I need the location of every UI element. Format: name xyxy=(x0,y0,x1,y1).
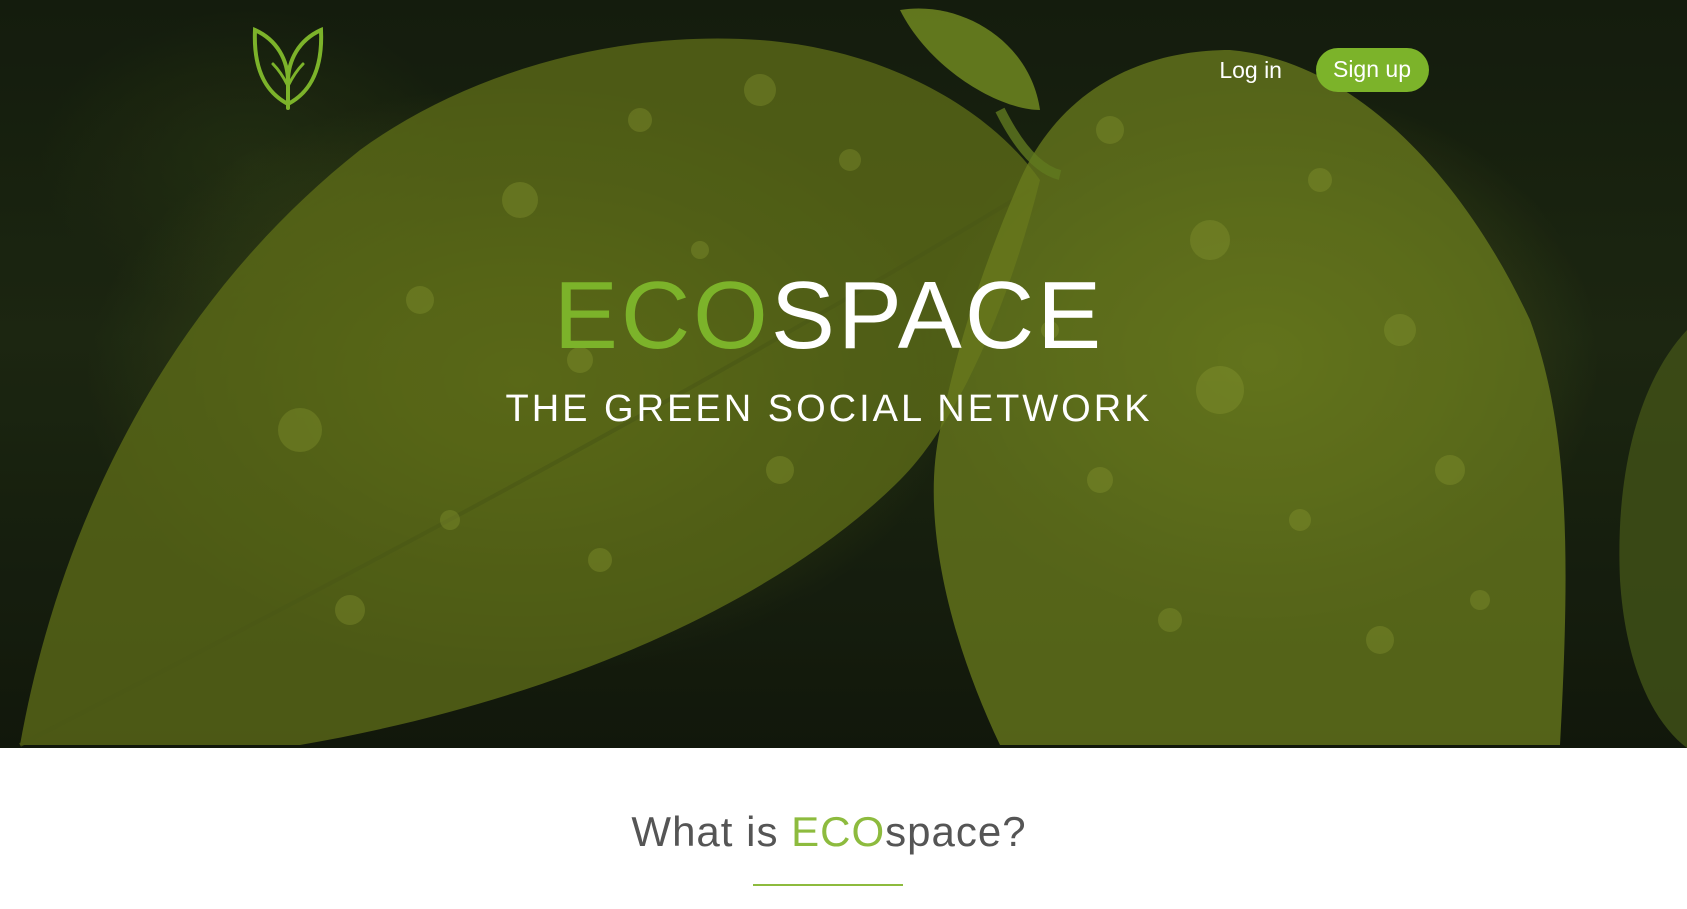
logo[interactable] xyxy=(247,24,329,110)
about-title: What is ECOspace? xyxy=(0,808,1658,856)
hero-title: ECOSPACE xyxy=(0,268,1658,364)
about-title-eco: ECO xyxy=(791,808,886,855)
hero-subtitle: THE GREEN SOCIAL NETWORK xyxy=(505,388,1153,430)
hero-title-space: SPACE xyxy=(770,262,1105,369)
title-divider xyxy=(753,884,903,886)
hero-section: Log in Sign up ECOSPACE THE GREEN SOCIAL… xyxy=(0,0,1687,748)
header-nav: Log in Sign up xyxy=(1215,48,1429,92)
about-title-prefix: What is xyxy=(631,808,792,855)
login-link[interactable]: Log in xyxy=(1215,51,1286,90)
hero-title-eco: ECO xyxy=(553,262,771,369)
about-title-suffix: space? xyxy=(885,808,1027,855)
leaf-icon xyxy=(252,26,324,110)
about-section: What is ECOspace? xyxy=(0,748,1687,909)
hero-dark-overlay xyxy=(0,0,1687,748)
signup-button[interactable]: Sign up xyxy=(1315,48,1429,92)
